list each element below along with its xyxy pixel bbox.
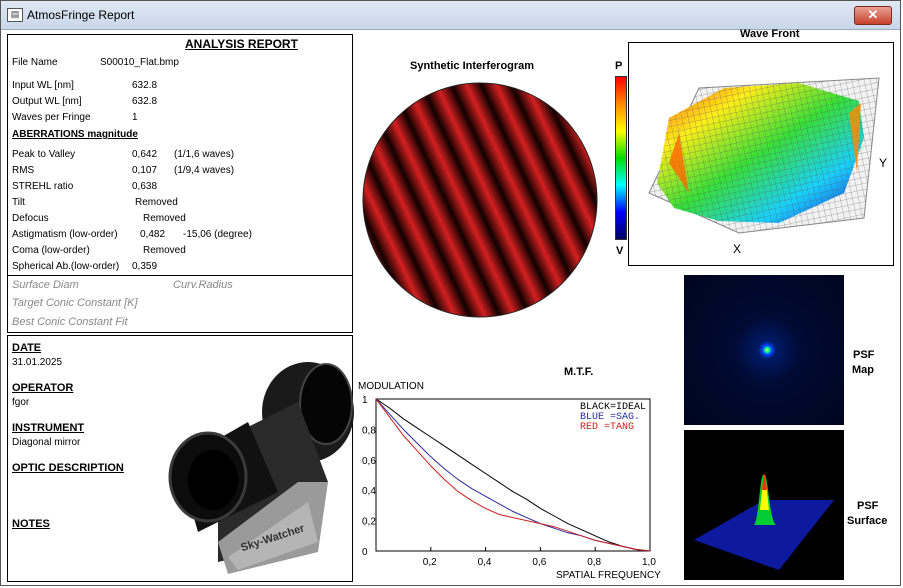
aberration-label: Spherical Ab.(low-order) — [12, 261, 120, 272]
interferogram-image — [362, 82, 598, 318]
operator-title: OPERATOR — [12, 382, 74, 394]
curv-radius-label: Curv.Radius — [173, 279, 233, 291]
date-value: 31.01.2025 — [12, 357, 63, 368]
aberration-label: Astigmatism (low-order) — [12, 229, 118, 240]
psf-surface-label-2: Surface — [847, 515, 888, 527]
aberration-extra: (1/9,4 waves) — [174, 165, 235, 176]
psf-map-image — [684, 275, 844, 425]
aberration-label: STREHL ratio — [12, 181, 74, 192]
psf-map-label-2: Map — [852, 364, 874, 376]
aberration-value: Removed — [135, 197, 178, 208]
mtf-chart: M.T.F. MODULATION SPATIAL FREQUENCY 0 0,2… — [358, 366, 661, 581]
mtf-y-tick: 0,6 — [362, 456, 376, 467]
mtf-xlabel: SPATIAL FREQUENCY — [556, 570, 661, 581]
report-title: ANALYSIS REPORT — [185, 37, 298, 51]
instrument-title: INSTRUMENT — [12, 422, 85, 434]
psf-surface-label-1: PSF — [857, 500, 879, 512]
wavefront-title: Wave Front — [740, 28, 800, 40]
aberration-value: Removed — [143, 213, 186, 224]
report-window: ▤ AtmosFringe Report ✕ ANALYSIS REPORT F… — [0, 0, 901, 586]
mtf-ylabel: MODULATION — [358, 381, 424, 392]
mtf-y-tick: 0,8 — [362, 425, 376, 436]
close-button[interactable]: ✕ — [854, 6, 892, 25]
report-row-label: Output WL [nm] — [12, 96, 82, 107]
surface-diam-label: Surface Diam — [12, 279, 79, 291]
aberration-value: 0,482 — [140, 229, 166, 240]
aberration-value: Removed — [143, 245, 186, 256]
mtf-y-tick: 0,2 — [362, 517, 376, 528]
report-row-label: Waves per Fringe — [12, 112, 91, 123]
wavefront-y-label: Y — [879, 156, 888, 170]
phase-color-scale — [615, 76, 627, 240]
aberration-value: 0,359 — [132, 261, 158, 272]
mtf-x-tick: 0,2 — [423, 557, 437, 568]
notes-title: NOTES — [12, 518, 50, 530]
report-row-value: 632.8 — [132, 96, 158, 107]
psf-map-label-1: PSF — [853, 349, 875, 361]
report-row-value: 1 — [132, 112, 138, 123]
aberration-label: Coma (low-order) — [12, 245, 90, 256]
title-bar[interactable]: ▤ AtmosFringe Report ✕ — [1, 1, 900, 30]
mtf-x-tick: 0,8 — [587, 557, 601, 568]
report-row-label: File Name — [12, 57, 58, 68]
mtf-y-tick: 0 — [362, 547, 368, 558]
aberration-value: 0,642 — [132, 149, 158, 160]
psf-surface-image — [684, 430, 844, 580]
scale-bottom-label: V — [616, 245, 624, 257]
wavefront-plot — [648, 77, 880, 234]
aberration-value: 0,107 — [132, 165, 158, 176]
report-row-value: S00010_Flat.bmp — [100, 57, 179, 68]
optic-description-title: OPTIC DESCRIPTION — [12, 462, 124, 474]
aberration-label: Peak to Valley — [12, 149, 76, 160]
best-conic-label: Best Conic Constant Fit — [12, 316, 128, 328]
aberration-extra: -15,06 (degree) — [183, 229, 252, 240]
wavefront-x-label: X — [733, 242, 742, 256]
mtf-y-tick: 1 — [362, 395, 368, 406]
aberration-label: Tilt — [12, 197, 25, 208]
aberration-label: RMS — [12, 165, 35, 176]
report-row-value: 632.8 — [132, 80, 158, 91]
mtf-y-tick: 0,4 — [362, 486, 376, 497]
report-row-label: Input WL [nm] — [12, 80, 74, 91]
divider — [8, 275, 352, 276]
scale-top-label: P — [615, 60, 623, 72]
info-panel: DATE 31.01.2025 OPERATOR fgor INSTRUMENT… — [7, 335, 354, 582]
instrument-value: Diagonal mirror — [12, 437, 81, 448]
wavefront-panel: X Y — [628, 42, 894, 266]
mtf-title: M.T.F. — [564, 366, 593, 378]
date-title: DATE — [12, 342, 42, 354]
mtf-x-tick: 0,4 — [478, 557, 492, 568]
operator-value: fgor — [12, 397, 30, 408]
mtf-x-tick: 0,6 — [532, 557, 546, 568]
document-icon: ▤ — [7, 8, 23, 22]
aberration-extra: (1/1,6 waves) — [174, 149, 235, 160]
diagonal-mirror-image: Sky-Watcher — [168, 362, 354, 574]
aberrations-title: ABERRATIONS magnitude — [12, 129, 138, 140]
mtf-legend-item: RED =TANG — [580, 422, 634, 433]
target-conic-label: Target Conic Constant [K] — [12, 297, 138, 309]
interferogram-title: Synthetic Interferogram — [410, 60, 535, 72]
mtf-x-tick: 1,0 — [642, 557, 656, 568]
aberration-label: Defocus — [12, 213, 49, 224]
analysis-report-panel: ANALYSIS REPORT File Name S00010_Flat.bmp… — [7, 34, 353, 333]
window-title: AtmosFringe Report — [27, 8, 135, 22]
aberration-value: 0,638 — [132, 181, 158, 192]
